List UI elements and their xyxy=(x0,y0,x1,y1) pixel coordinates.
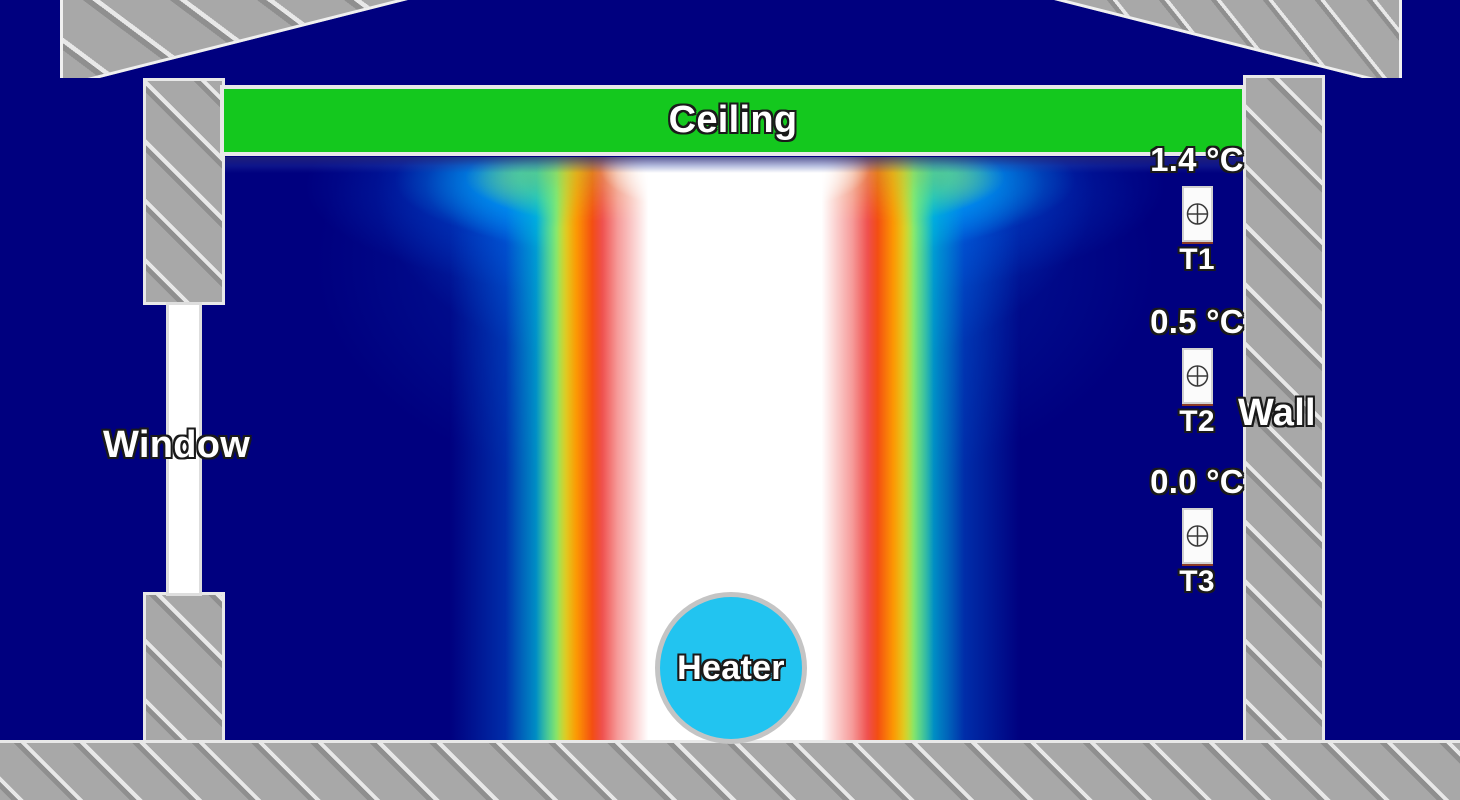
sensor-t1-name: T1 xyxy=(1179,243,1215,276)
sensor-t2-name: T2 xyxy=(1179,405,1215,438)
wall-left-lower-segment xyxy=(143,592,225,745)
floor-slab xyxy=(0,740,1460,800)
crosshair-sensor-icon[interactable] xyxy=(1182,348,1213,404)
heater-label: Heater xyxy=(677,648,785,687)
wall-left-upper-segment xyxy=(143,78,225,305)
window-label: Window xyxy=(103,424,251,466)
ceiling-label: Ceiling xyxy=(668,99,798,141)
thermal-ceiling-film-layer xyxy=(225,157,1245,173)
ceiling-bar[interactable]: Ceiling xyxy=(220,85,1246,156)
crosshair-sensor-icon[interactable] xyxy=(1182,186,1213,242)
roof-left-slab xyxy=(60,0,780,88)
simulation-canvas: Ceiling Heater Window Wall 1.4 °C T1 0.5… xyxy=(0,0,1460,800)
sensor-t2-temperature: 0.5 °C xyxy=(1150,303,1244,340)
sensor-t1-temperature: 1.4 °C xyxy=(1150,141,1244,178)
crosshair-sensor-icon[interactable] xyxy=(1182,508,1213,564)
roof-left-mask xyxy=(0,78,150,138)
heater-body[interactable]: Heater xyxy=(655,592,807,744)
roof-right-mask xyxy=(1318,78,1460,138)
sensor-t3-temperature: 0.0 °C xyxy=(1150,463,1244,500)
sensor-t3-name: T3 xyxy=(1179,565,1215,598)
